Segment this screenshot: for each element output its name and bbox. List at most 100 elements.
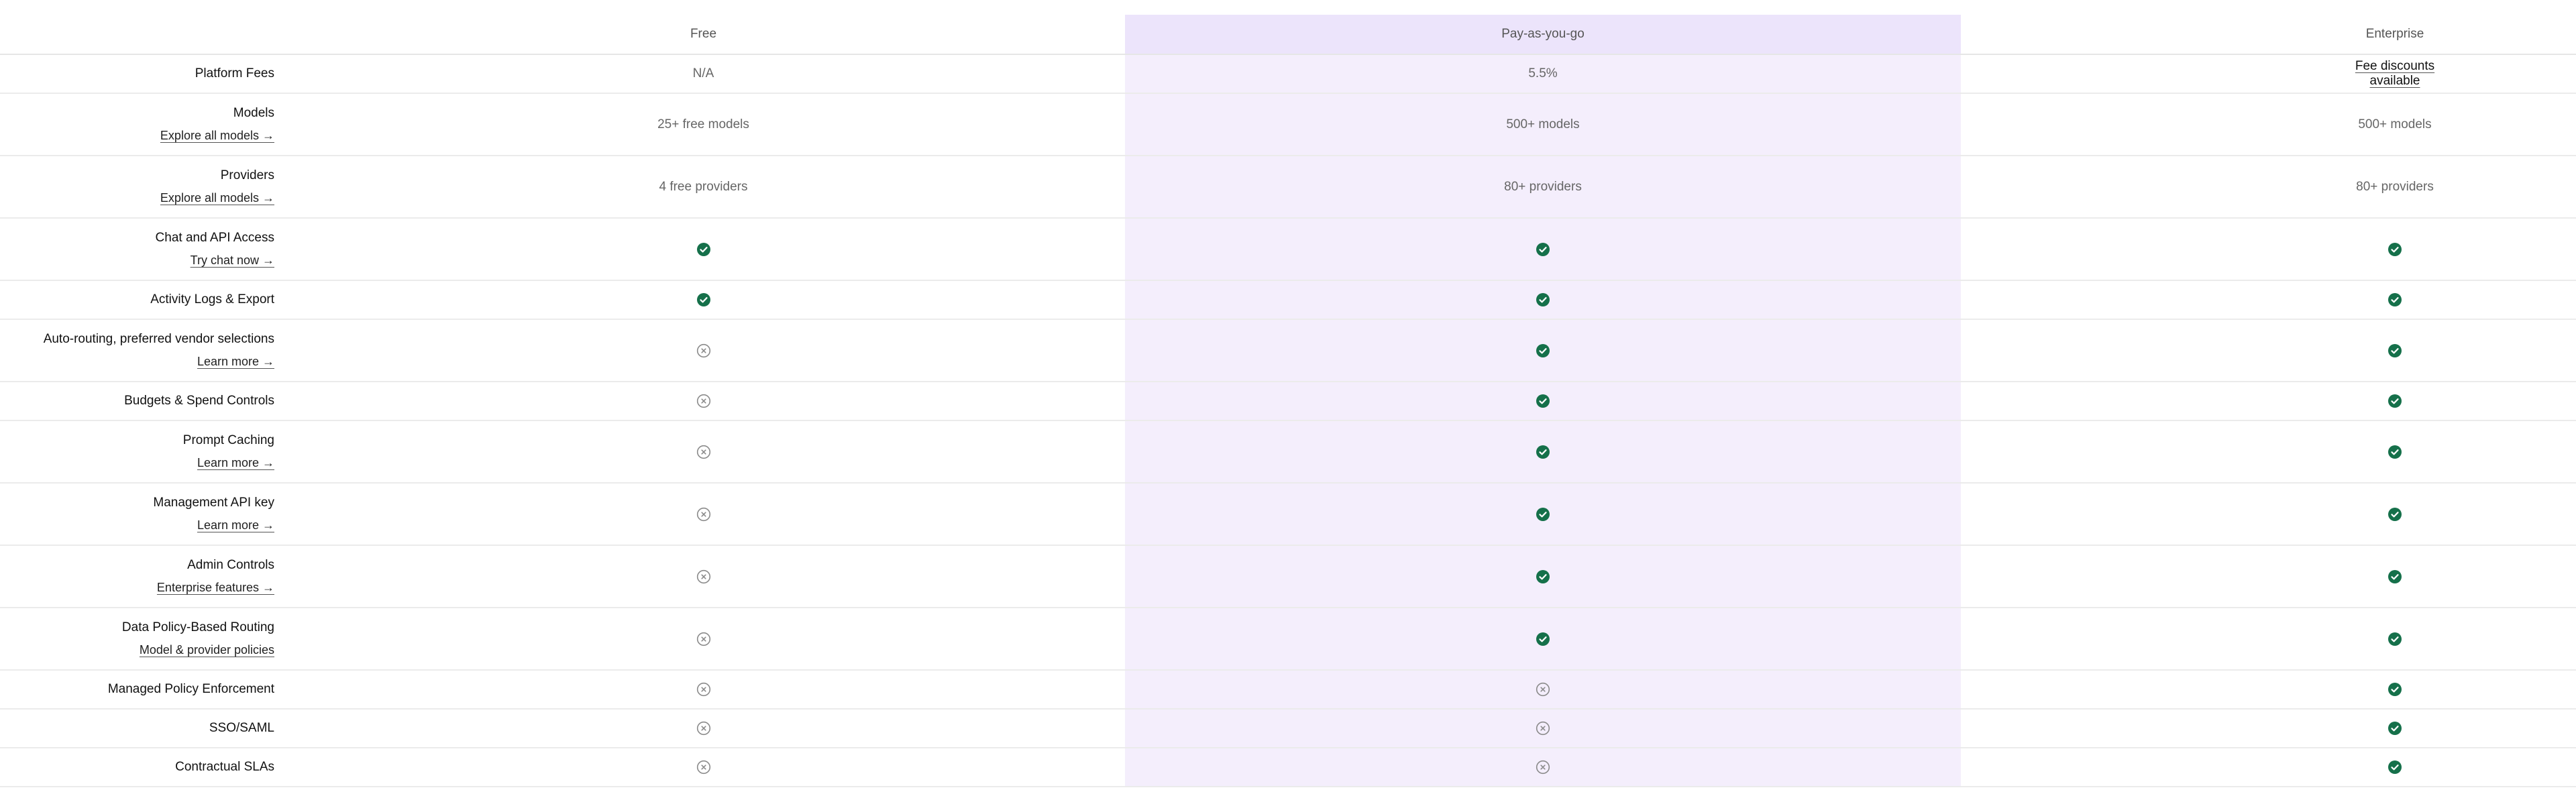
value-link[interactable]: Fee discounts available (2334, 59, 2455, 89)
feature-label: Chat and API Access (155, 231, 274, 245)
payg-cell: 80+ providers (1125, 156, 1961, 217)
payg-cell: 5.5% (1125, 55, 1961, 93)
enterprise-cell-inner (2334, 569, 2455, 584)
feature-link[interactable]: Explore all models → (160, 191, 274, 205)
table-row-auto-routing-preferred-vendor-selections: Auto-routing, preferred vendor selection… (0, 320, 2576, 382)
enterprise-cell (1961, 608, 2576, 669)
value-text: 5.5% (1528, 66, 1558, 80)
x-circle-icon (696, 682, 711, 697)
payg-cell (1125, 710, 1961, 747)
feature-label: Providers (220, 168, 274, 182)
feature-link[interactable]: Learn more → (197, 355, 274, 369)
x-circle-icon (1536, 721, 1550, 736)
check-circle-icon (1536, 632, 1550, 646)
enterprise-cell (1961, 281, 2576, 319)
feature-link[interactable]: Enterprise features → (157, 581, 274, 595)
feature-label-cell: Models Explore all models → (0, 94, 282, 155)
check-circle-icon (696, 292, 711, 307)
free-cell (282, 320, 1125, 381)
enterprise-cell (1961, 671, 2576, 708)
payg-cell (1125, 421, 1961, 482)
feature-label-cell: Platform Fees (0, 55, 282, 93)
table-row-admin-controls: Admin Controls Enterprise features → (0, 546, 2576, 608)
feature-link[interactable]: Learn more → (197, 518, 274, 532)
enterprise-cell-inner (2334, 292, 2455, 307)
check-circle-icon (2387, 721, 2402, 736)
feature-label-cell: SSO/SAML (0, 710, 282, 747)
check-circle-icon (696, 242, 711, 257)
value-text: 500+ models (2358, 117, 2432, 131)
x-circle-icon (696, 343, 711, 358)
feature-label: Managed Policy Enforcement (107, 682, 274, 696)
table-row-providers: Providers Explore all models → 4 free prov… (0, 156, 2576, 219)
feature-link[interactable]: Learn more → (197, 456, 274, 470)
table-row-chat-and-api-access: Chat and API Access Try chat now → (0, 219, 2576, 281)
feature-label: Data Policy-Based Routing (121, 620, 274, 634)
feature-link[interactable]: Try chat now → (191, 253, 274, 268)
enterprise-cell-inner (2334, 445, 2455, 459)
enterprise-cell (1961, 421, 2576, 482)
check-circle-icon (1536, 507, 1550, 522)
enterprise-cell-inner (2334, 507, 2455, 522)
check-circle-icon (2387, 507, 2402, 522)
table-row-platform-fees: Platform Fees N/A 5.5% Fee discounts availa… (0, 55, 2576, 94)
value-text: 80+ providers (1504, 179, 1582, 194)
column-header-payg: Pay-as-you-go (1125, 15, 1961, 54)
free-cell (282, 748, 1125, 786)
enterprise-cell-inner (2334, 242, 2455, 257)
enterprise-cell-inner (2334, 721, 2455, 736)
x-circle-icon (696, 445, 711, 459)
free-cell (282, 608, 1125, 669)
enterprise-cell-inner: 80+ providers (2334, 180, 2455, 194)
table-header-row: Free Pay-as-you-go Enterprise (0, 15, 2576, 55)
free-cell (282, 421, 1125, 482)
feature-label-cell: Contractual SLAs (0, 748, 282, 786)
enterprise-cell: 500+ models (1961, 94, 2576, 155)
payg-cell: 500+ models (1125, 94, 1961, 155)
check-circle-icon (1536, 394, 1550, 408)
payg-cell (1125, 748, 1961, 786)
feature-label: Activity Logs & Export (150, 292, 274, 306)
feature-label-cell: Chat and API Access Try chat now → (0, 219, 282, 280)
feature-label-cell: Activity Logs & Export (0, 281, 282, 319)
feature-label-cell: Data Policy-Based Routing Model & provide… (0, 608, 282, 669)
feature-label-cell: Auto-routing, preferred vendor selection… (0, 320, 282, 381)
value-text: 25+ free models (657, 117, 749, 131)
check-circle-icon (2387, 569, 2402, 584)
enterprise-cell (1961, 219, 2576, 280)
check-circle-icon (1536, 343, 1550, 358)
enterprise-cell-inner (2334, 760, 2455, 775)
table-row-activity-logs-export: Activity Logs & Export (0, 281, 2576, 320)
feature-label-cell: Budgets & Spend Controls (0, 382, 282, 420)
check-circle-icon (1536, 569, 1550, 584)
enterprise-cell (1961, 546, 2576, 607)
feature-label-cell: Management API key Learn more → (0, 484, 282, 545)
feature-link[interactable]: Explore all models → (160, 129, 274, 143)
check-circle-icon (2387, 760, 2402, 775)
enterprise-cell-inner (2334, 394, 2455, 408)
feature-label: Contractual SLAs (175, 760, 274, 774)
enterprise-cell-inner (2334, 682, 2455, 697)
table-row-management-api-key: Management API key Learn more → (0, 484, 2576, 546)
pricing-comparison-table: Free Pay-as-you-go Enterprise Platform F… (0, 15, 2576, 787)
enterprise-cell: Fee discounts available (1961, 55, 2576, 93)
table-row-prompt-caching: Prompt Caching Learn more → (0, 421, 2576, 484)
enterprise-cell (1961, 710, 2576, 747)
payg-cell (1125, 281, 1961, 319)
x-circle-icon (696, 760, 711, 775)
x-circle-icon (696, 507, 711, 522)
x-circle-icon (696, 394, 711, 408)
free-cell: 4 free providers (282, 156, 1125, 217)
enterprise-cell-inner (2334, 632, 2455, 646)
free-cell (282, 382, 1125, 420)
x-circle-icon (1536, 760, 1550, 775)
feature-label-cell: Admin Controls Enterprise features → (0, 546, 282, 607)
enterprise-cell (1961, 382, 2576, 420)
feature-link[interactable]: Model & provider policies (140, 643, 274, 657)
enterprise-cell: 80+ providers (1961, 156, 2576, 217)
table-row-budgets-spend-controls: Budgets & Spend Controls (0, 382, 2576, 421)
value-text: N/A (692, 66, 714, 80)
feature-label: Admin Controls (187, 558, 274, 572)
payg-cell (1125, 608, 1961, 669)
enterprise-cell (1961, 748, 2576, 786)
